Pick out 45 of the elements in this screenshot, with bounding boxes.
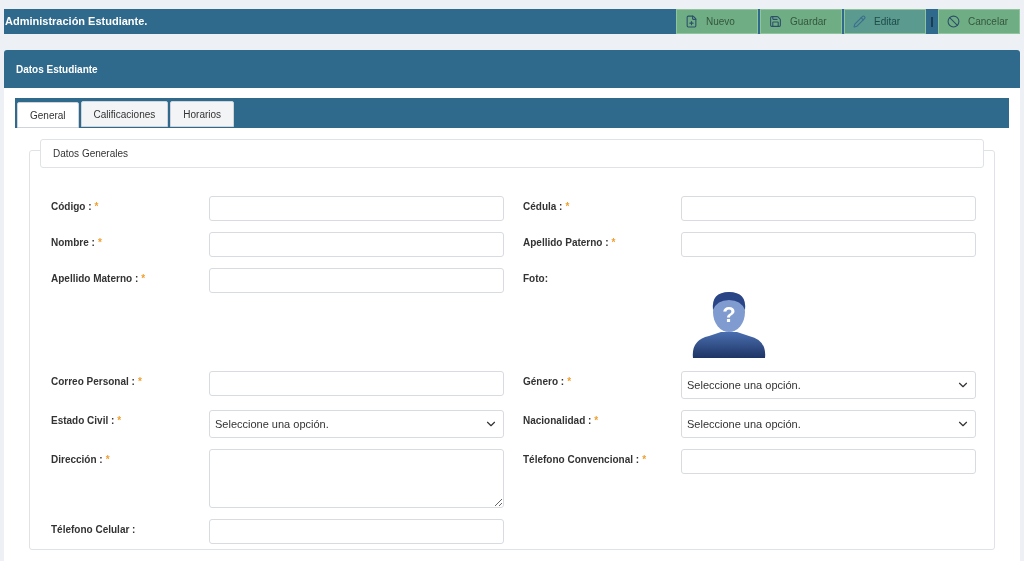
tab[interactable]: Horarios	[170, 101, 235, 127]
tab[interactable]: Calificaciones	[80, 101, 169, 127]
required-asterisk: *	[117, 414, 122, 428]
text-input[interactable]	[681, 232, 976, 257]
new-document-icon	[685, 15, 698, 28]
ban-icon	[947, 15, 960, 28]
text-input[interactable]	[681, 449, 976, 474]
required-asterisk: *	[642, 453, 647, 467]
text-input[interactable]	[209, 196, 504, 221]
field-label: Nacionalidad :	[523, 414, 592, 428]
select-field[interactable]: Seleccione una opción.	[681, 410, 976, 438]
required-asterisk: *	[594, 414, 599, 428]
required-asterisk: *	[567, 375, 572, 389]
address-textarea[interactable]	[209, 449, 504, 508]
required-asterisk: *	[611, 236, 616, 250]
field-label: Foto:	[523, 272, 548, 286]
field-label: Correo Personal :	[51, 375, 135, 389]
tab[interactable]: General	[17, 102, 79, 128]
legend-title: Datos Generales	[53, 147, 129, 161]
field-label: Cédula :	[523, 200, 563, 214]
field-label: Dirección :	[51, 453, 103, 467]
required-asterisk: *	[141, 272, 146, 286]
text-input[interactable]	[209, 371, 504, 396]
text-input[interactable]	[681, 196, 976, 221]
required-asterisk: *	[97, 236, 102, 250]
field-label: Código :	[51, 200, 92, 214]
panel-title: Datos Estudiante	[16, 62, 98, 77]
field-label: Género :	[523, 375, 565, 389]
text-input[interactable]	[209, 519, 504, 544]
text-input[interactable]	[209, 232, 504, 257]
text-input[interactable]	[209, 268, 504, 293]
required-asterisk: *	[565, 200, 570, 214]
select-field[interactable]: Seleccione una opción.	[209, 410, 504, 438]
select-field[interactable]: Seleccione una opción.	[681, 371, 976, 399]
field-label: Estado Civil :	[51, 414, 115, 428]
required-asterisk: *	[137, 375, 142, 389]
required-asterisk: *	[105, 453, 110, 467]
field-label: Apellido Paterno :	[523, 236, 609, 250]
field-label: Apellido Materno :	[51, 272, 139, 286]
field-label: Télefono Convencional :	[523, 453, 640, 467]
page-title: Administración Estudiante.	[4, 14, 148, 30]
field-label: Nombre :	[51, 236, 95, 250]
field-label: Télefono Celular :	[51, 523, 136, 537]
pencil-icon	[853, 15, 866, 28]
required-asterisk: *	[94, 200, 99, 214]
